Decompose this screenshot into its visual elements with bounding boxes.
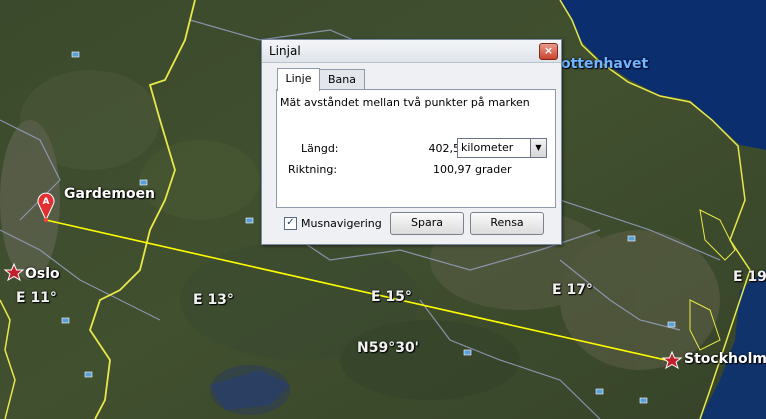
tab-bana[interactable]: Bana — [319, 69, 365, 90]
clear-button[interactable]: Rensa — [470, 212, 544, 235]
dialog-title: Linjal — [269, 44, 301, 58]
label-e11: E 11° — [16, 290, 57, 306]
ruler-dialog: Linjal × Linje Bana Mät avståndet mellan… — [261, 39, 562, 245]
label-bottenhavet: ottenhavet — [561, 56, 649, 72]
dialog-titlebar[interactable]: Linjal × — [262, 40, 561, 63]
close-button[interactable]: × — [539, 43, 558, 60]
description-text: Mät avståndet mellan två punkter på mark… — [280, 96, 530, 109]
label-e17: E 17° — [552, 282, 593, 298]
label-e19: E 19 — [733, 269, 766, 285]
close-icon: × — [543, 44, 554, 57]
direction-label: Riktning: — [288, 163, 338, 176]
length-label: Längd: — [301, 142, 339, 155]
tab-panel-linje: Mät avståndet mellan två punkter på mark… — [276, 89, 556, 208]
mouse-navigation-checkbox[interactable]: ✓ — [284, 217, 297, 230]
direction-value: 100,97 grader — [433, 163, 512, 176]
marker-letter: A — [43, 197, 50, 207]
label-n5930: N59°30' — [357, 340, 419, 356]
unit-select[interactable]: kilometer ▼ — [457, 138, 547, 158]
checkmark-icon: ✓ — [286, 217, 295, 228]
unit-selected-value: kilometer — [461, 141, 514, 154]
save-button[interactable]: Spara — [390, 212, 464, 235]
label-gardemoen: Gardemoen — [64, 186, 156, 202]
mouse-navigation-label[interactable]: Musnavigering — [301, 217, 382, 230]
label-e15: E 15° — [371, 289, 412, 305]
label-stockholm: Stockholm — [684, 351, 766, 367]
chevron-down-icon[interactable]: ▼ — [530, 139, 546, 157]
label-e13: E 13° — [193, 292, 234, 308]
label-oslo: Oslo — [25, 266, 60, 282]
tab-linje[interactable]: Linje — [277, 68, 320, 91]
